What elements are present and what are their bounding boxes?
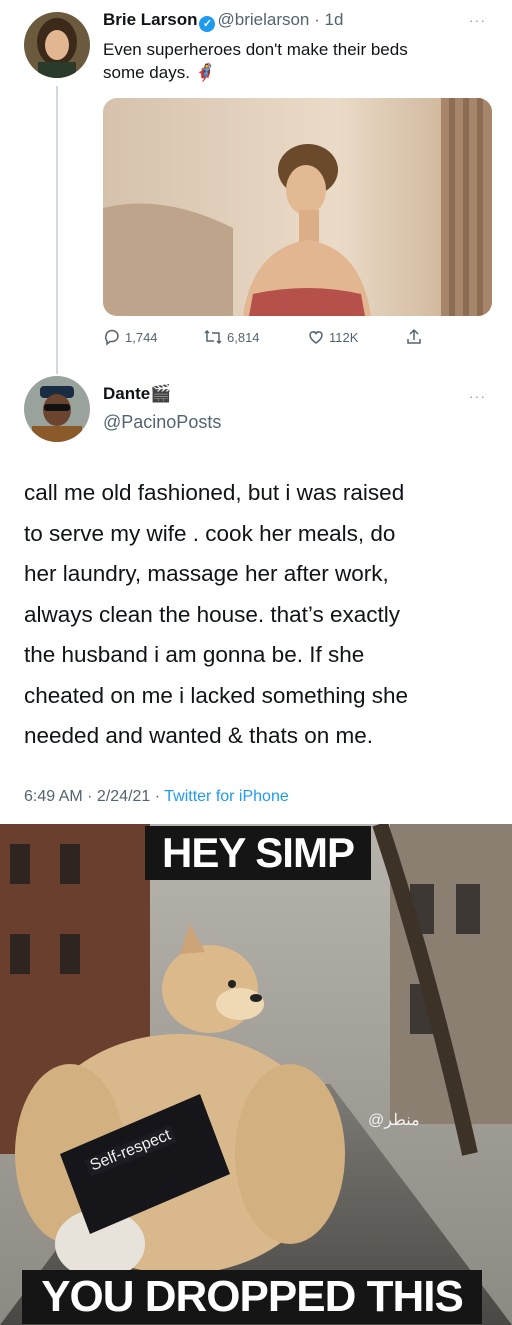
tweet1-name[interactable]: Brie Larson (103, 10, 197, 29)
tweet2-more-icon[interactable]: ··· (469, 388, 486, 404)
retweet-icon (204, 329, 222, 345)
tweet2-line: her laundry, massage her after work, (24, 561, 389, 586)
tweet2-line: cheated on me i lacked something she (24, 682, 408, 708)
tweet1-more-icon[interactable]: ··· (469, 12, 486, 28)
heart-icon (309, 331, 323, 344)
reply-count: 1,744 (125, 329, 158, 345)
tweet2-name[interactable]: Dante (103, 384, 150, 403)
tweet1-handle[interactable]: @brielarson (217, 10, 309, 29)
clapperboard-icon: 🎬 (150, 384, 172, 403)
tweet2-line: the husband i am gonna be. If she (24, 642, 365, 667)
brie-avatar-image (24, 12, 90, 78)
meta-dot: · (82, 788, 97, 805)
meme-bottom-caption: YOU DROPPED THIS (22, 1270, 482, 1324)
tweet2-name-row: Dante🎬 (103, 384, 171, 404)
like-action[interactable]: 112K (307, 328, 387, 346)
tweet2-date: 2/24/21 (96, 788, 151, 805)
tweet1-actions: 1,744 6,814 112K (103, 328, 433, 346)
tweet2-time: 6:49 AM (24, 788, 83, 805)
tweet2-line: to serve my wife . cook her meals, do (24, 520, 396, 546)
retweet-count: 6,814 (227, 329, 260, 345)
tweet2-text: call me old fashioned, but i was raised … (24, 473, 494, 757)
tweet1-header: Brie Larson ✓ @brielarson · 1d (103, 10, 343, 32)
retweet-action[interactable]: 6,814 (203, 328, 299, 346)
tweet1-photo-image (103, 98, 492, 316)
tweet2-meta: 6:49 AM · 2/24/21 · Twitter for iPhone (24, 788, 289, 806)
tweet1-dot: · (309, 10, 325, 29)
meta-dot: · (150, 788, 165, 805)
dante-avatar-image (24, 376, 90, 442)
thread-line (56, 86, 58, 374)
reply-icon (104, 329, 119, 346)
meme-image: HEY SIMP Self-respect @منطر YOU DROPPED … (0, 824, 512, 1325)
superhero-emoji-icon: 🦸‍♀️ (194, 63, 216, 82)
meme-top-caption: HEY SIMP (145, 826, 371, 880)
tweet1-text-line2: some days. (103, 63, 190, 82)
tweet2-line: needed and wanted & thats on me. (24, 723, 374, 748)
meme-watermark: @منطر (368, 1112, 420, 1129)
tweet1-time[interactable]: 1d (325, 10, 344, 29)
reply-action[interactable]: 1,744 (103, 328, 189, 346)
brie-avatar[interactable] (24, 12, 90, 78)
tweet1-text: Even superheroes don't make their beds s… (103, 38, 493, 84)
meme-scene (0, 824, 512, 1325)
tweet2-source-link[interactable]: Twitter for iPhone (164, 788, 289, 805)
like-count: 112K (329, 329, 359, 345)
tweet2-line: always clean the house. that’s exactly (24, 601, 401, 627)
share-icon (407, 328, 421, 344)
dante-avatar[interactable] (24, 376, 90, 442)
tweet1-photo[interactable] (103, 98, 492, 316)
tweet2-line: call me old fashioned, but i was raised (24, 480, 405, 505)
share-action[interactable] (405, 328, 423, 346)
tweet1-text-line1: Even superheroes don't make their beds (103, 40, 408, 59)
tweet2-handle[interactable]: @PacinoPosts (103, 412, 221, 433)
verified-badge-icon: ✓ (199, 16, 216, 32)
